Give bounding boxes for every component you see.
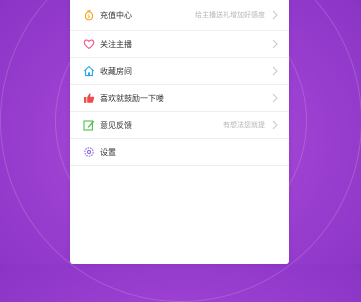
menu-item-rate-app[interactable]: 喜欢就鼓励一下喽 bbox=[70, 85, 289, 112]
chevron-right-icon bbox=[271, 120, 279, 130]
menu-item-recharge[interactable]: $ 充值中心 给主播送礼增加好感度 bbox=[70, 0, 289, 31]
settings-menu: $ 充值中心 给主播送礼增加好感度 关注主播 收藏房间 喜欢就鼓励一下喽 意见反… bbox=[70, 0, 289, 166]
menu-item-favorite-rooms[interactable]: 收藏房间 bbox=[70, 58, 289, 85]
chevron-right-icon bbox=[271, 10, 279, 20]
menu-item-feedback[interactable]: 意见反馈 有想法您就提 bbox=[70, 112, 289, 139]
menu-item-hint: 给主播送礼增加好感度 bbox=[195, 11, 265, 19]
gear-icon bbox=[83, 146, 95, 158]
home-icon bbox=[83, 65, 95, 77]
chevron-right-icon bbox=[271, 39, 279, 49]
menu-item-label: 设置 bbox=[100, 147, 116, 157]
menu-item-label: 收藏房间 bbox=[100, 66, 132, 76]
edit-icon bbox=[83, 119, 95, 131]
menu-panel: $ 充值中心 给主播送礼增加好感度 关注主播 收藏房间 喜欢就鼓励一下喽 意见反… bbox=[70, 0, 289, 264]
svg-text:$: $ bbox=[87, 14, 90, 20]
menu-item-hint: 有想法您就提 bbox=[223, 121, 265, 129]
coin-bag-icon: $ bbox=[83, 9, 95, 21]
heart-icon bbox=[83, 38, 95, 50]
chevron-right-icon bbox=[271, 93, 279, 103]
menu-item-label: 意见反馈 bbox=[100, 120, 132, 130]
menu-item-label: 喜欢就鼓励一下喽 bbox=[100, 93, 164, 103]
menu-item-label: 关注主播 bbox=[100, 39, 132, 49]
menu-item-follow-host[interactable]: 关注主播 bbox=[70, 31, 289, 58]
menu-item-settings[interactable]: 设置 bbox=[70, 139, 289, 166]
chevron-right-icon bbox=[271, 66, 279, 76]
menu-item-label: 充值中心 bbox=[100, 10, 132, 20]
thumbs-up-icon bbox=[83, 92, 95, 104]
